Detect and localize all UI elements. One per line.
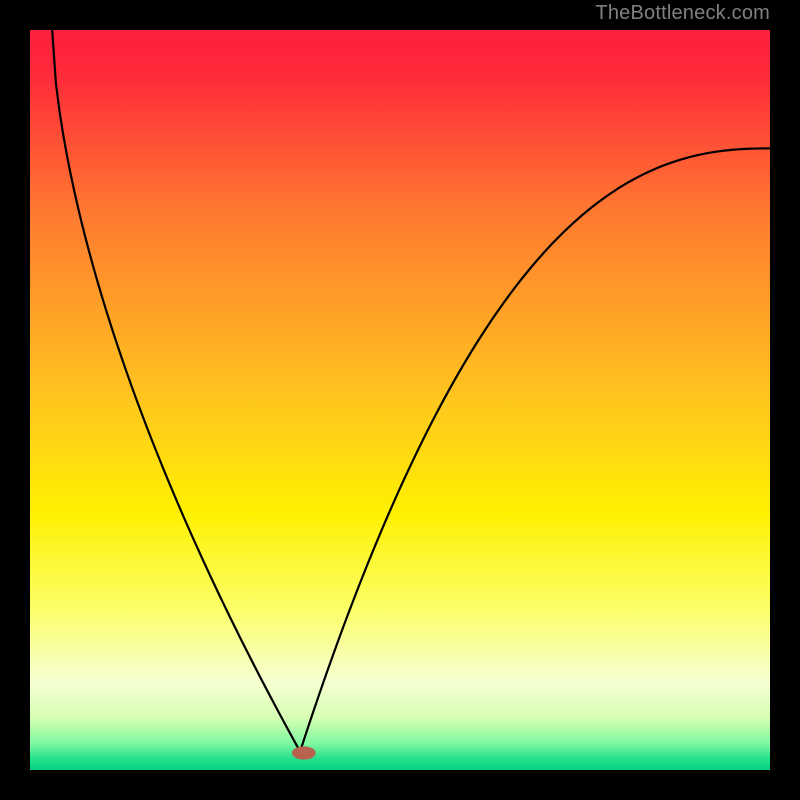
bottleneck-chart bbox=[30, 30, 770, 770]
optimal-point-marker bbox=[292, 746, 316, 759]
plot-area bbox=[30, 30, 770, 770]
gradient-background bbox=[30, 30, 770, 770]
chart-frame: TheBottleneck.com bbox=[0, 0, 800, 800]
watermark-text: TheBottleneck.com bbox=[595, 2, 770, 25]
